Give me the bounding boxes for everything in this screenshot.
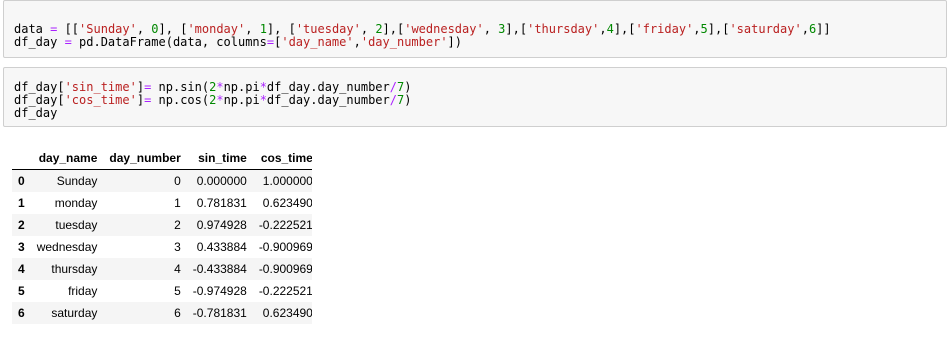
table-row: 4 thursday 4 -0.433884 -0.900969 [12,258,312,280]
table-cell: wednesday [36,240,98,254]
table-row: 5 friday 5 -0.974928 -0.222521 [12,280,312,302]
table-cell: 6 [174,306,181,320]
table-cell: -0.222521 [258,218,312,232]
row-index: 4 [18,262,25,276]
cell-output: day_name day_number sin_time cos_time 0 S… [12,147,312,338]
code-cell-1[interactable]: data = [['Sunday', 0], ['monday', 1], ['… [3,0,947,58]
table-row: 6 saturday 6 -0.781831 0.623490 [12,302,312,324]
table-cell: 5 [174,284,181,298]
table-cell: -0.433884 [192,262,247,276]
table-cell: saturday [51,306,98,320]
code-cell-2[interactable]: df_day['sin_time']= np.sin(2*np.pi*df_da… [3,67,947,127]
table-cell: tuesday [55,218,98,232]
table-cell: 0.974928 [196,218,247,232]
column-header-day-name: day_name [30,147,104,170]
table-cell: friday [68,284,98,298]
row-index: 0 [18,174,25,188]
table-cell: 0.000000 [196,174,247,188]
table-cell: -0.222521 [258,284,312,298]
table-cell: 0.781831 [196,196,247,210]
table-row: 1 monday 1 0.781831 0.623490 [12,192,312,214]
row-index: 2 [18,218,25,232]
column-header-sin-time: sin_time [186,147,253,170]
table-header-row: day_name day_number sin_time cos_time [12,147,312,170]
table-cell: Sunday [56,174,98,188]
column-header-day-number: day_number [103,147,187,170]
table-cell: 0.623490 [262,306,312,320]
code-line-2-1: df_day['sin_time']= np.sin(2*np.pi*df_da… [14,80,412,94]
row-index: 3 [18,240,25,254]
table-cell: -0.974928 [192,284,247,298]
table-cell: 0 [174,174,181,188]
code-line-1-1: data = [['Sunday', 0], ['monday', 1], ['… [14,22,831,36]
table-cell: 1 [174,196,181,210]
code-line-2-3: df_day [14,106,58,120]
table-cell: 4 [174,262,181,276]
dataframe-table: day_name day_number sin_time cos_time 0 S… [12,147,312,324]
column-header-cos-time: cos_time [252,147,312,170]
table-cell: -0.781831 [192,306,247,320]
row-index: 5 [18,284,25,298]
table-row: 0 Sunday 0 0.000000 1.000000 [12,169,312,192]
code-editor-1[interactable]: data = [['Sunday', 0], ['monday', 1], ['… [14,23,831,49]
column-header-index [12,147,31,170]
table-cell: -0.900969 [258,262,312,276]
table-cell: 0.623490 [262,196,312,210]
table-cell: thursday [51,262,98,276]
row-index: 6 [18,306,25,320]
table-row: 2 tuesday 2 0.974928 -0.222521 [12,214,312,236]
table-cell: 0.433884 [196,240,247,254]
table-cell: 3 [174,240,181,254]
row-index: 1 [18,196,25,210]
table-cell: 2 [174,218,181,232]
code-line-2-2: df_day['cos_time']= np.cos(2*np.pi*df_da… [14,93,412,107]
code-editor-2[interactable]: df_day['sin_time']= np.sin(2*np.pi*df_da… [14,81,411,120]
table-cell: -0.900969 [258,240,312,254]
table-cell: monday [54,196,98,210]
table-row: 3 wednesday 3 0.433884 -0.900969 [12,236,312,258]
table-cell: 1.000000 [262,174,312,188]
code-line-1-2: df_day = pd.DataFrame(data, columns=['da… [14,35,462,49]
